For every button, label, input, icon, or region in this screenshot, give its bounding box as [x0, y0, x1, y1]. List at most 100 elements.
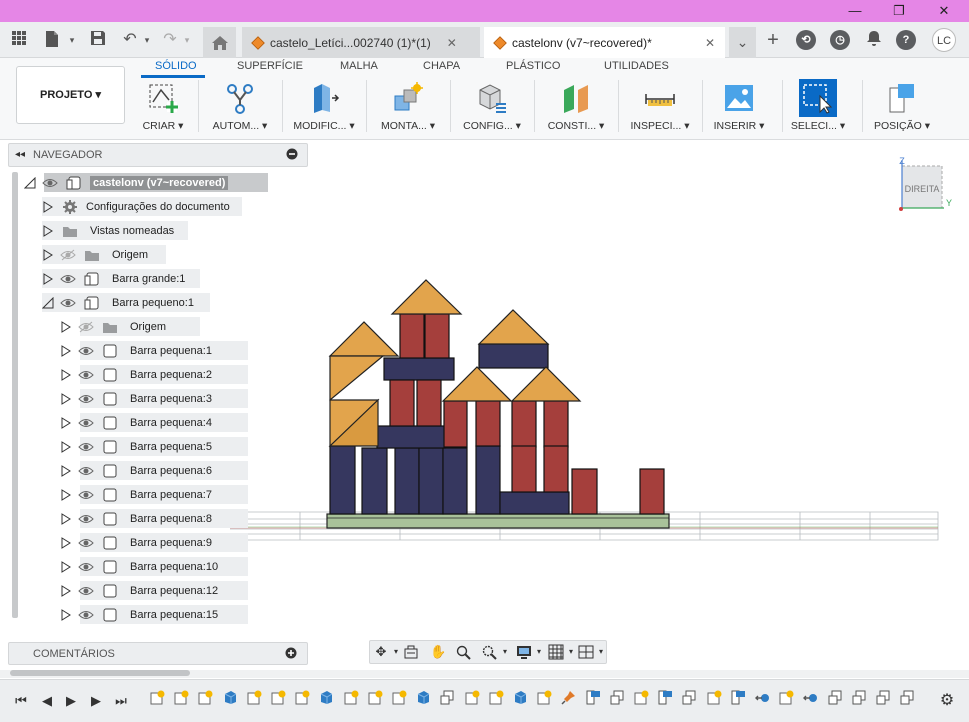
timeline-position-icon[interactable] [658, 690, 673, 705]
assemble-group[interactable]: MONTA... ▾ [368, 80, 448, 132]
browser-item-barra-pequena[interactable]: Barra pequena:2 [60, 365, 248, 384]
navigator-minus-icon[interactable] [285, 148, 299, 162]
modify-group[interactable]: MODIFIC... ▾ [284, 80, 364, 132]
home-icon[interactable] [203, 27, 236, 58]
undo-dropdown-icon[interactable]: ▾ [137, 30, 157, 50]
timeline-component-icon[interactable] [682, 690, 697, 705]
tab-castelonv[interactable]: castelonv (v7~recovered)* ✕ [484, 27, 725, 58]
visibility-eye-icon[interactable] [42, 177, 58, 189]
timeline-sketch-icon[interactable] [150, 690, 165, 705]
step-forward-icon[interactable]: ▶ [87, 692, 105, 710]
select-group[interactable]: SELECI... ▾ [778, 79, 858, 132]
collapsed-triangle-icon[interactable] [60, 416, 72, 429]
help-icon[interactable]: ? [896, 30, 916, 50]
collapse-panel-icon[interactable]: ◂◂ [13, 148, 27, 162]
browser-item-barra-pequena[interactable]: Barra pequena:6 [60, 461, 248, 480]
timeline-extrude-icon[interactable] [223, 690, 238, 705]
create-group[interactable]: CRIAR ▾ [123, 80, 203, 132]
viewports-dropdown-icon[interactable]: ▾ [593, 644, 609, 660]
visibility-eye-icon[interactable] [60, 297, 76, 309]
viewcube[interactable]: DIREITA Z Y [899, 156, 952, 211]
visibility-eye-icon[interactable] [78, 561, 94, 573]
browser-item-barra-pequena[interactable]: Barra pequena:1 [60, 341, 248, 360]
visibility-eye-icon[interactable] [78, 369, 94, 381]
visibility-eye-icon[interactable] [78, 393, 94, 405]
tab-superficie[interactable]: SUPERFÍCIE [237, 60, 303, 72]
save-icon[interactable] [88, 30, 108, 50]
collapsed-triangle-icon[interactable] [60, 512, 72, 525]
browser-item-barra-pequena[interactable]: Barra pequena:7 [60, 485, 248, 504]
timeline-sketch-icon[interactable] [344, 690, 359, 705]
timeline-extrude-icon[interactable] [513, 690, 528, 705]
browser-item-child-origin[interactable]: Origem [60, 317, 200, 336]
new-tab-plus-icon[interactable]: + [763, 30, 783, 50]
visibility-eye-icon[interactable] [78, 417, 94, 429]
collapsed-triangle-icon[interactable] [60, 440, 72, 453]
browser-item-barra-pequeno[interactable]: Barra pequeno:1 [42, 293, 210, 312]
tab-solido[interactable]: SÓLIDO [155, 60, 197, 72]
file-dropdown-icon[interactable]: ▾ [62, 30, 82, 50]
base-plate[interactable] [326, 513, 670, 529]
timeline-position-icon[interactable] [586, 690, 601, 705]
timeline-component-icon[interactable] [876, 690, 891, 705]
timeline-sketch-icon[interactable] [537, 690, 552, 705]
collapsed-triangle-icon[interactable] [60, 392, 72, 405]
tab-overflow-chevron-icon[interactable]: ⌄ [729, 27, 756, 58]
visibility-eye-icon[interactable] [78, 537, 94, 549]
tab-malha[interactable]: MALHA [340, 60, 378, 72]
close-tab-icon[interactable]: ✕ [447, 36, 457, 50]
orbit-icon[interactable]: ✥ [373, 644, 389, 660]
construct-group[interactable]: CONSTI... ▾ [536, 80, 616, 132]
expanded-triangle-icon[interactable] [24, 176, 36, 189]
3d-viewport[interactable]: DIREITA Z Y [230, 143, 969, 668]
collapsed-triangle-icon[interactable] [60, 320, 72, 333]
file-menu-icon[interactable] [42, 30, 62, 50]
step-back-icon[interactable]: ◀ [38, 692, 56, 710]
grid-dropdown-icon[interactable]: ▾ [563, 644, 579, 660]
grid-snaps-icon[interactable] [548, 644, 564, 660]
timeline-component-icon[interactable] [610, 690, 625, 705]
go-to-start-icon[interactable]: ⏮ [12, 692, 30, 710]
visibility-eye-icon[interactable] [60, 273, 76, 285]
collapsed-triangle-icon[interactable] [42, 248, 54, 261]
timeline-move-icon[interactable] [755, 690, 770, 705]
position-group[interactable]: POSIÇÃO ▾ [862, 80, 942, 132]
hidden-eye-icon[interactable] [60, 249, 76, 261]
automate-group[interactable]: AUTOM... ▾ [200, 80, 280, 132]
pan-hand-icon[interactable]: ✋ [430, 644, 446, 660]
add-comment-icon[interactable] [285, 647, 297, 662]
look-at-icon[interactable] [403, 644, 419, 660]
timeline-sketch-icon[interactable] [198, 690, 213, 705]
collapsed-triangle-icon[interactable] [60, 608, 72, 621]
browser-item-barra-pequena[interactable]: Barra pequena:12 [60, 581, 248, 600]
timeline-sketch-icon[interactable] [368, 690, 383, 705]
zoom-icon[interactable] [456, 644, 472, 660]
viewports-icon[interactable] [578, 644, 594, 660]
visibility-eye-icon[interactable] [78, 609, 94, 621]
timeline-component-icon[interactable] [440, 690, 455, 705]
tab-plastico[interactable]: PLÁSTICO [506, 60, 560, 72]
visibility-eye-icon[interactable] [78, 345, 94, 357]
fit-zoom-icon[interactable] [482, 644, 498, 660]
visibility-eye-icon[interactable] [78, 585, 94, 597]
timeline-sketch-icon[interactable] [174, 690, 189, 705]
browser-item-barra-pequena[interactable]: Barra pequena:15 [60, 605, 248, 624]
collapsed-triangle-icon[interactable] [60, 344, 72, 357]
comments-panel[interactable]: COMENTÁRIOS [8, 642, 308, 665]
navigator-scrollbar[interactable] [12, 172, 18, 618]
collapsed-triangle-icon[interactable] [60, 536, 72, 549]
close-tab-icon[interactable]: ✕ [705, 36, 715, 50]
horizontal-scroll-thumb[interactable] [10, 670, 190, 676]
notifications-bell-icon[interactable] [864, 30, 884, 50]
expanded-triangle-icon[interactable] [42, 296, 54, 309]
collapsed-triangle-icon[interactable] [60, 584, 72, 597]
apps-grid-icon[interactable] [9, 30, 29, 50]
timeline-sketch-icon[interactable] [465, 690, 480, 705]
timeline-extrude-icon[interactable] [319, 690, 334, 705]
timeline-sketch-icon[interactable] [295, 690, 310, 705]
timeline-component-icon[interactable] [852, 690, 867, 705]
collapsed-triangle-icon[interactable] [42, 272, 54, 285]
collapsed-triangle-icon[interactable] [60, 464, 72, 477]
browser-root[interactable]: castelonv (v7~recovered) [24, 173, 268, 192]
timeline-sketch-icon[interactable] [489, 690, 504, 705]
